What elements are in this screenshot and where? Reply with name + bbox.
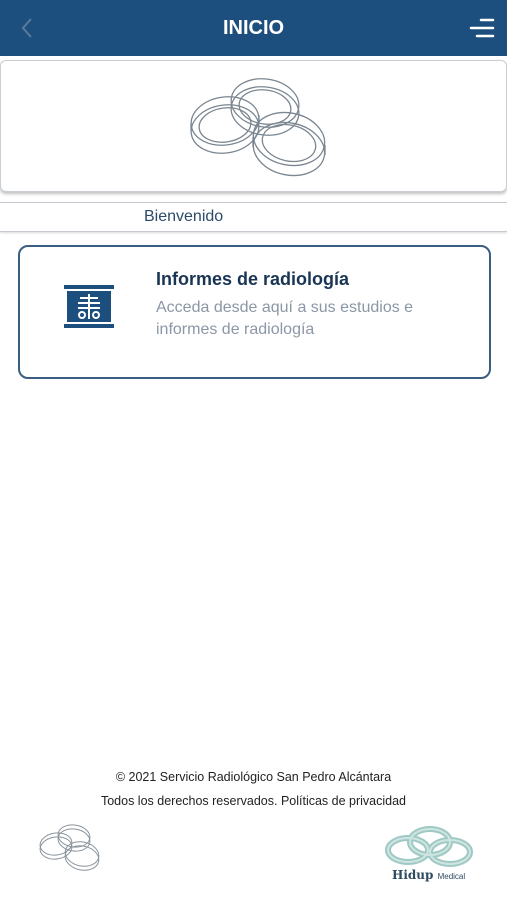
hidup-medical-logo: Hidup Medical bbox=[382, 822, 474, 886]
welcome-bar: Bienvenido bbox=[0, 202, 507, 232]
menu-icon bbox=[469, 18, 495, 38]
xray-report-icon bbox=[64, 285, 114, 334]
footer-clinic-logo bbox=[36, 820, 102, 879]
hidup-logo-rings-icon bbox=[385, 826, 473, 867]
privacy-policy-link[interactable]: Políticas de privacidad bbox=[281, 794, 406, 808]
copyright-text: © 2021 Servicio Radiológico San Pedro Al… bbox=[115, 770, 392, 784]
card-description: Acceda desde aquí a sus estudios e infor… bbox=[156, 299, 414, 338]
card-title: Informes de radiología bbox=[156, 269, 350, 289]
top-bar: INICIO bbox=[0, 0, 507, 56]
brand-text: Hidup bbox=[392, 868, 434, 882]
logo-banner bbox=[0, 60, 507, 192]
brand-subtitle: Medical bbox=[437, 872, 466, 881]
radiology-reports-card[interactable]: Informes de radiología Acceda desde aquí… bbox=[18, 245, 491, 379]
brand-name: Hidup Medical bbox=[392, 868, 465, 882]
page-title: INICIO bbox=[222, 17, 285, 39]
welcome-text: Bienvenido bbox=[144, 208, 224, 225]
menu-button[interactable] bbox=[467, 14, 497, 42]
rights-line: Todos los derechos reservados. Políticas… bbox=[0, 794, 507, 808]
rights-text: Todos los derechos reservados. bbox=[100, 794, 278, 808]
clinic-logo-rings bbox=[190, 78, 326, 177]
